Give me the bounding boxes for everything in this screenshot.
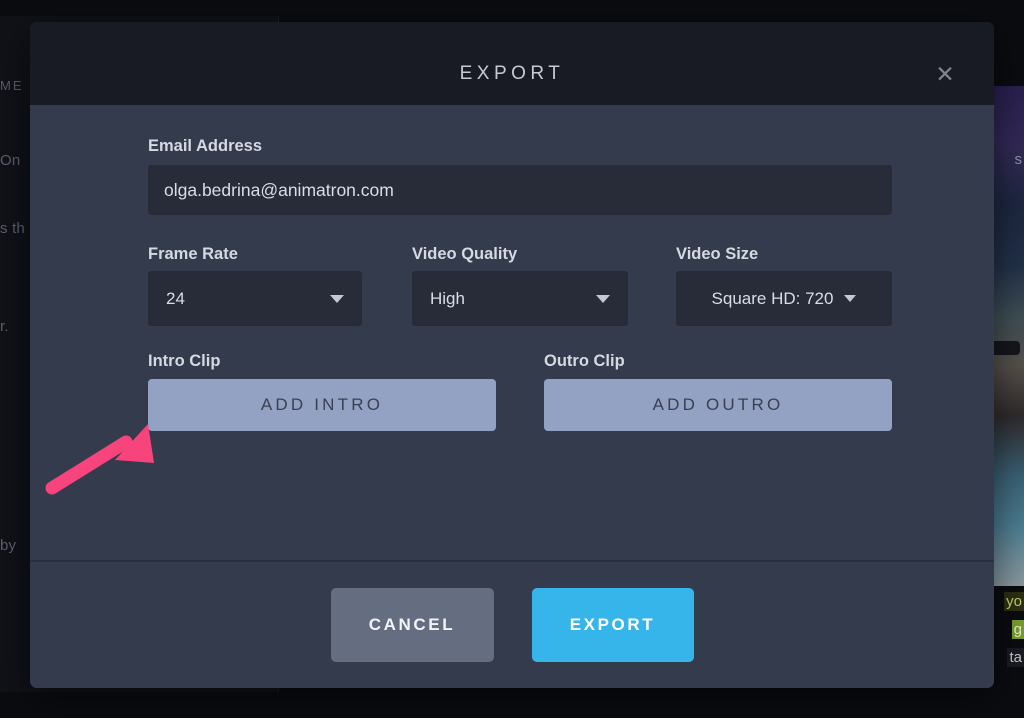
chevron-down-icon [330,295,344,303]
export-modal: EXPORT ✕ Email Address Frame Rate 24 Vid… [30,22,994,688]
video-quality-select[interactable]: High [412,271,628,326]
frame-rate-value: 24 [148,289,185,309]
chevron-down-icon [844,295,856,302]
frame-rate-select[interactable]: 24 [148,271,362,326]
background-text-fragment: On [0,152,20,169]
background-caption-fragment: g [1012,620,1024,639]
background-text-fragment: s th [0,220,25,237]
video-size-label: Video Size [676,245,758,264]
video-size-select[interactable]: Square HD: 720 [676,271,892,326]
background-text-fragment: by [0,537,16,554]
video-size-value: Square HD: 720 [712,289,834,309]
background-caption-fragment: yo [1004,592,1024,611]
intro-clip-label: Intro Clip [148,352,220,371]
outro-clip-label: Outro Clip [544,352,625,371]
background-text-fragment: r. [0,318,9,335]
email-input[interactable] [148,165,892,215]
modal-header: EXPORT ✕ [30,22,994,105]
add-intro-button[interactable]: ADD INTRO [148,379,496,431]
cancel-button[interactable]: CANCEL [331,588,494,662]
export-button[interactable]: EXPORT [532,588,694,662]
video-quality-value: High [412,289,465,309]
email-field-label: Email Address [148,137,262,156]
background-caption-fragment: s [1013,150,1024,169]
frame-rate-label: Frame Rate [148,245,238,264]
background-text-fragment: ME [0,78,24,93]
modal-body: Email Address Frame Rate 24 Video Qualit… [30,105,994,560]
chevron-down-icon [596,295,610,303]
close-icon[interactable]: ✕ [932,61,958,87]
modal-footer: CANCEL EXPORT [30,562,994,688]
background-caption-fragment: ta [1007,648,1024,667]
video-quality-label: Video Quality [412,245,517,264]
add-outro-button[interactable]: ADD OUTRO [544,379,892,431]
modal-title: EXPORT [30,63,994,85]
